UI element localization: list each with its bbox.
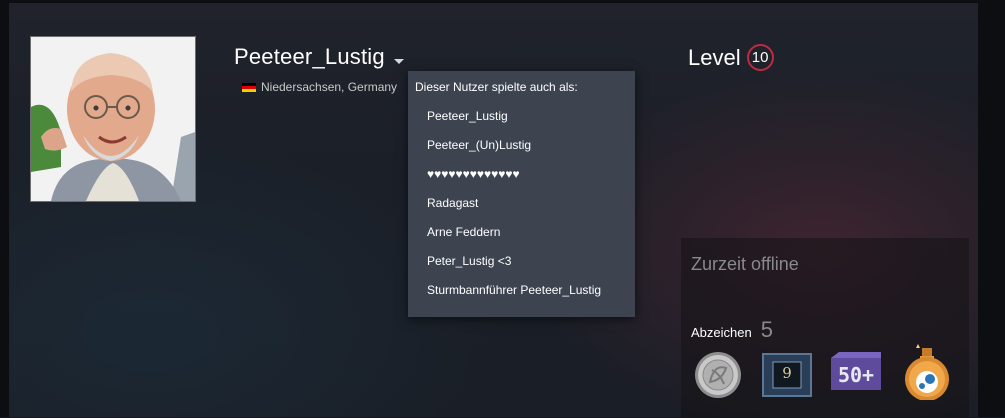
silver-coin-badge-icon[interactable] bbox=[692, 350, 746, 400]
level-badge[interactable]: 10 bbox=[746, 44, 774, 71]
window-frame-right bbox=[978, 0, 1005, 417]
alias-item[interactable]: Sturmbannführer Peeteer_Lustig bbox=[427, 283, 601, 297]
badges-label[interactable]: Abzeichen bbox=[691, 325, 752, 340]
years-of-service-badge-icon[interactable]: 9 bbox=[760, 350, 814, 400]
badges-count[interactable]: 5 bbox=[761, 317, 773, 343]
alias-item[interactable]: Peter_Lustig <3 bbox=[427, 254, 511, 268]
location: Niedersachsen, Germany bbox=[242, 80, 397, 94]
germany-flag-icon bbox=[242, 82, 256, 92]
online-status: Zurzeit offline bbox=[691, 254, 799, 274]
avatar-image bbox=[31, 37, 195, 201]
avatar[interactable] bbox=[30, 36, 196, 202]
status-panel: Zurzeit offline Abzeichen 5 9 50+ bbox=[681, 238, 969, 418]
alias-item[interactable]: Peeteer_Lustig bbox=[427, 109, 508, 123]
game-collector-value: 50+ bbox=[837, 363, 875, 387]
steam-level: Level 10 bbox=[688, 44, 774, 71]
window-frame-left bbox=[0, 0, 9, 417]
steam-potion-badge-icon[interactable] bbox=[900, 344, 954, 401]
alias-item[interactable]: Arne Feddern bbox=[427, 225, 500, 239]
badges-header[interactable]: Abzeichen 5 bbox=[691, 317, 773, 343]
persona-name[interactable]: Peeteer_Lustig bbox=[234, 44, 404, 70]
location-text: Niedersachsen, Germany bbox=[261, 80, 398, 94]
alias-history-title: Dieser Nutzer spielte auch als: bbox=[415, 80, 578, 94]
game-collector-badge-icon[interactable]: 50+ bbox=[827, 350, 881, 400]
level-label: Level bbox=[688, 44, 741, 70]
chevron-down-icon[interactable] bbox=[393, 58, 404, 64]
alias-item[interactable]: Peeteer_(Un)Lustig bbox=[427, 138, 531, 152]
persona-name-text: Peeteer_Lustig bbox=[234, 44, 385, 69]
window-frame-top bbox=[0, 0, 1005, 3]
years-of-service-value: 9 bbox=[782, 364, 792, 382]
alias-item[interactable]: Radagast bbox=[427, 196, 478, 210]
alias-history-dropdown: Dieser Nutzer spielte auch als: Peeteer_… bbox=[408, 71, 635, 317]
alias-item[interactable]: ♥♥♥♥♥♥♥♥♥♥♥♥♥ bbox=[427, 167, 520, 181]
